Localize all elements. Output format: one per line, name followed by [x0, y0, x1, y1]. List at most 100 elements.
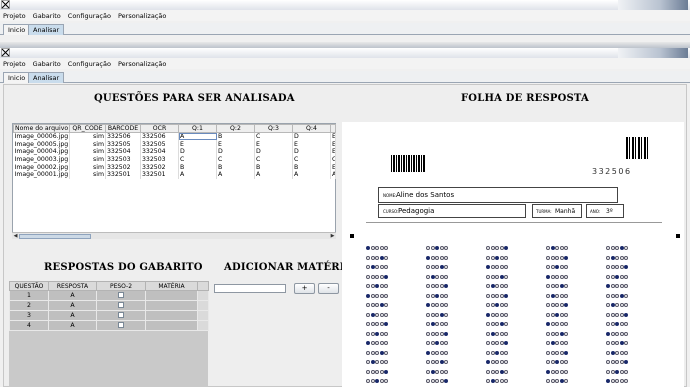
table-cell[interactable]: B [178, 163, 217, 171]
menu-gabarito[interactable]: Gabarito [30, 10, 65, 21]
table-cell[interactable]: 332505 [105, 140, 141, 148]
table-cell[interactable]: E [254, 140, 293, 148]
table-cell[interactable]: Image_00001.jpg [13, 170, 70, 179]
table-cell[interactable]: B [292, 163, 331, 171]
table-row[interactable]: Image_00005.jpgsim332505332505EEEEE [13, 140, 336, 148]
table-cell[interactable]: C [254, 132, 293, 141]
table-row[interactable]: Image_00004.jpgsim332504332504DDDDE [13, 147, 336, 156]
col-peso2[interactable]: PESO-2 [96, 281, 146, 291]
table-cell[interactable]: 332506 [105, 132, 141, 141]
horizontal-scrollbar[interactable]: ◀ ▶ [12, 232, 336, 239]
table-cell[interactable]: D [292, 147, 331, 156]
table-cell[interactable]: Image_00005.jpg [13, 140, 70, 148]
table-cell[interactable]: Image_00004.jpg [13, 147, 70, 156]
table-cell[interactable]: C [330, 155, 336, 164]
peso2-checkbox[interactable] [118, 322, 124, 328]
materia-input[interactable] [214, 284, 286, 293]
table-cell[interactable]: Image_00003.jpg [13, 155, 70, 164]
gabarito-table[interactable]: QUESTÃO RESPOSTA PESO-2 MATÉRIA 1A2A3A4A [9, 281, 209, 331]
materia-cell[interactable] [145, 310, 198, 321]
table-cell[interactable]: C [254, 155, 293, 164]
table-row[interactable]: 3A [9, 310, 209, 321]
table-row[interactable]: Image_00003.jpgsim332503332503CCCCC [13, 155, 336, 164]
table-cell[interactable]: 332502 [105, 163, 141, 171]
table-cell[interactable]: Image_00006.jpg [13, 132, 70, 141]
table-cell[interactable]: 332501 [105, 170, 141, 179]
table-cell[interactable]: D [254, 147, 293, 156]
window-buttons[interactable] [618, 48, 688, 58]
table-cell[interactable]: 332502 [140, 163, 179, 171]
table-cell[interactable]: E [330, 147, 336, 156]
table-cell[interactable]: 332506 [140, 132, 179, 141]
window-buttons[interactable] [618, 0, 688, 10]
table-cell[interactable]: E [292, 140, 331, 148]
table-row[interactable]: 4A [9, 320, 209, 331]
col-qr-code[interactable]: QR_CODE [69, 124, 106, 133]
table-row[interactable]: Image_00002.jpgsim332502332502BBBBE [13, 163, 336, 171]
col-q1[interactable]: Q:1 [178, 124, 217, 133]
table-cell[interactable]: A [216, 170, 255, 179]
scroll-left-icon[interactable]: ◀ [12, 233, 19, 239]
col-ocr[interactable]: OCR [140, 124, 179, 133]
table-cell[interactable]: E [178, 140, 217, 148]
table-row[interactable]: 2A [9, 300, 209, 311]
table-cell[interactable]: sim [69, 132, 106, 141]
table-cell[interactable]: A [178, 132, 217, 141]
table-cell[interactable]: sim [69, 147, 106, 156]
scroll-right-icon[interactable]: ▶ [329, 233, 336, 239]
table-cell[interactable]: 332501 [140, 170, 179, 179]
table-cell[interactable]: E [330, 132, 336, 141]
table-cell[interactable]: 332504 [140, 147, 179, 156]
table-cell[interactable]: A [254, 170, 293, 179]
tab-analisar[interactable]: Analisar [28, 72, 65, 83]
resposta-cell[interactable]: A [48, 320, 97, 331]
table-cell[interactable]: C [178, 155, 217, 164]
table-cell[interactable]: 332505 [140, 140, 179, 148]
scroll-thumb[interactable] [19, 234, 91, 239]
table-cell[interactable]: C [292, 155, 331, 164]
table-cell[interactable]: B [254, 163, 293, 171]
menu-projeto[interactable]: Projeto [0, 58, 30, 69]
table-cell[interactable]: C [216, 155, 255, 164]
col-barcode[interactable]: BARCODE [105, 124, 141, 133]
menu-configuracao[interactable]: Configuração [65, 10, 115, 21]
resposta-cell[interactable]: A [48, 300, 97, 311]
table-cell[interactable]: Image_00002.jpg [13, 163, 70, 171]
table-cell[interactable]: E [330, 163, 336, 171]
menu-projeto[interactable]: Projeto [0, 10, 30, 21]
table-cell[interactable]: B [216, 163, 255, 171]
table-cell[interactable]: sim [69, 155, 106, 164]
menu-gabarito[interactable]: Gabarito [30, 58, 65, 69]
col-nome-arquivo[interactable]: Nome do arquivo [13, 124, 70, 133]
table-row[interactable]: 1A [9, 290, 209, 301]
table-cell[interactable]: A [330, 170, 336, 179]
table-cell[interactable]: D [292, 132, 331, 141]
table-cell[interactable]: D [216, 147, 255, 156]
col-q2[interactable]: Q:2 [216, 124, 255, 133]
col-resposta[interactable]: RESPOSTA [48, 281, 97, 291]
resposta-cell[interactable]: A [48, 310, 97, 321]
tab-analisar[interactable]: Analisar [28, 24, 65, 35]
table-cell[interactable]: sim [69, 170, 106, 179]
table-cell[interactable]: 332503 [140, 155, 179, 164]
table-cell[interactable]: sim [69, 140, 106, 148]
table-cell[interactable]: D [178, 147, 217, 156]
menu-personalizacao[interactable]: Personalização [115, 58, 170, 69]
peso2-checkbox[interactable] [118, 312, 124, 318]
table-cell[interactable]: 332504 [105, 147, 141, 156]
table-cell[interactable]: sim [69, 163, 106, 171]
tab-inicio[interactable]: Inicio [3, 72, 31, 83]
menu-configuracao[interactable]: Configuração [65, 58, 115, 69]
table-cell[interactable]: A [292, 170, 331, 179]
table-cell[interactable]: B [216, 132, 255, 141]
table-row[interactable]: Image_00001.jpgsim332501332501AAAAA [13, 170, 336, 179]
table-cell[interactable]: E [216, 140, 255, 148]
peso2-checkbox[interactable] [118, 302, 124, 308]
col-questao[interactable]: QUESTÃO [9, 281, 49, 291]
peso2-checkbox[interactable] [118, 292, 124, 298]
table-cell[interactable]: A [178, 170, 217, 179]
menu-personalizacao[interactable]: Personalização [115, 10, 170, 21]
remove-materia-button[interactable]: - [318, 283, 339, 294]
questions-table[interactable]: Nome do arquivo QR_CODE BARCODE OCR Q:1 … [13, 124, 336, 179]
table-cell[interactable]: 332503 [105, 155, 141, 164]
